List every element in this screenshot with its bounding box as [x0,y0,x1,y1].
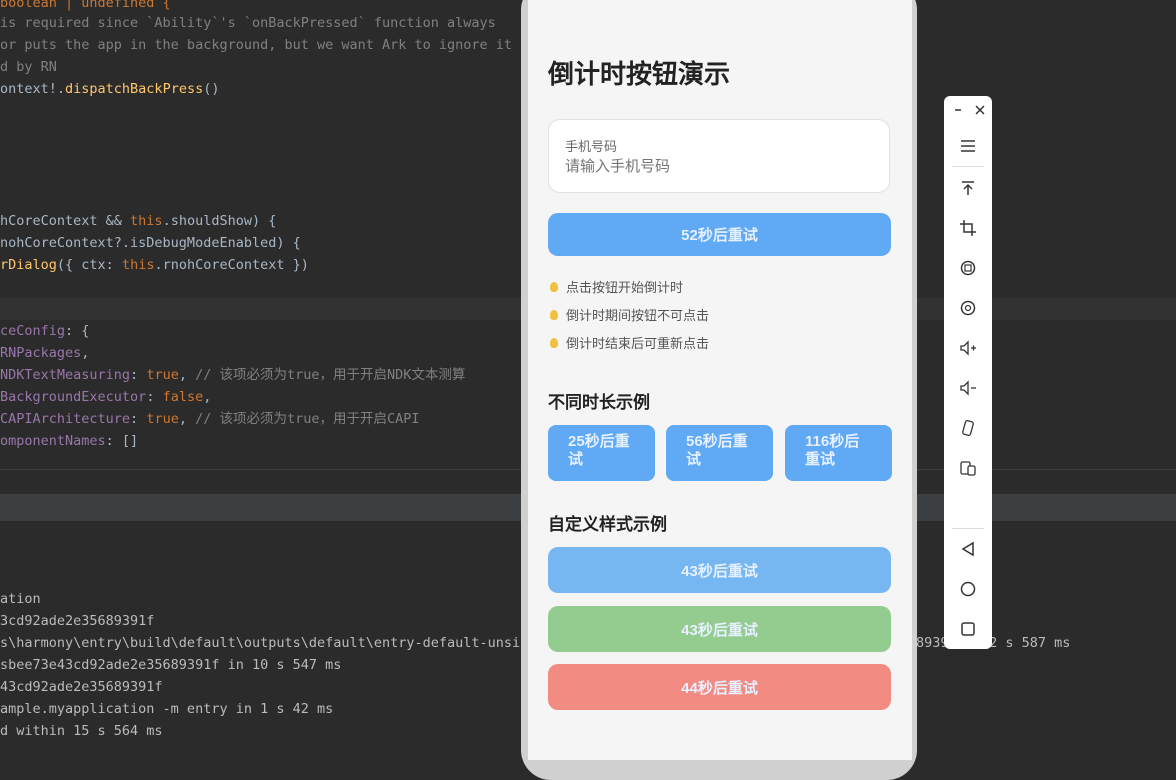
code-token: this [121,257,155,273]
console-line: s\harmony\entry\build\default\outputs\de… [0,635,537,651]
custom-button-green[interactable]: 43秒后重试 [548,606,891,652]
multi-screen-icon[interactable] [958,458,978,478]
console-line: 43cd92ade2e35689391f [0,679,163,695]
code-token: omponentNames [0,433,106,449]
bulb-icon [550,281,558,292]
code-token: nohCoreContext?.isDebugModeEnabled) { [0,235,301,251]
code-token: : [146,389,163,405]
tip-text: 倒计时期间按钮不可点击 [566,308,710,323]
menu-icon[interactable] [958,136,978,156]
code-token: NDKTextMeasuring [0,367,131,383]
code-token: , [81,345,90,361]
duration-button-25[interactable]: 25秒后重试 [548,425,655,481]
code-token: true [146,367,179,383]
code-line: BackgroundExecutor: false, [0,386,211,408]
phone-input[interactable] [565,158,865,175]
code-line: omponentNames: [] [0,430,138,452]
code-token: dispatchBackPress [65,81,204,97]
code-token: () [203,81,220,97]
crop-icon[interactable] [958,218,978,238]
code-line: ceConfig: { [0,320,89,342]
code-line: CAPIArchitecture: true, // 该项必须为true，用于开… [0,408,420,430]
pin-top-icon[interactable] [958,178,978,198]
console-line-right: 8939 in 2 s 587 ms [916,635,1071,651]
code-token: : [130,367,147,383]
duration-button-56[interactable]: 56秒后重试 [666,425,773,481]
code-token: // 该项必须为true，用于开启CAPI [195,411,420,427]
console-line: 3cd92ade2e35689391f [0,613,155,629]
code-token: .rnohCoreContext }) [154,257,309,273]
volume-up-icon[interactable] [958,338,978,358]
minimize-icon[interactable] [948,100,968,120]
section-custom-title: 自定义样式示例 [548,515,667,534]
tip-text: 点击按钮开始倒计时 [566,280,684,295]
code-line: NDKTextMeasuring: true, // 该项必须为true，用于开… [0,364,465,386]
rotate-right-icon[interactable] [958,298,978,318]
code-token: ceConfig [0,323,66,339]
back-icon[interactable] [958,539,978,559]
console-line: sbee73e43cd92ade2e35689391f in 10 s 547 … [0,657,342,673]
custom-button-red[interactable]: 44秒后重试 [548,664,891,710]
page-title: 倒计时按钮演示 [548,59,731,89]
close-icon[interactable] [970,100,990,120]
code-line: or puts the app in the background, but w… [0,34,528,56]
countdown-button[interactable]: 52秒后重试 [548,213,891,256]
bulb-icon [550,337,558,348]
code-token: : [130,411,147,427]
tip-item: 倒计时结束后可重新点击 [550,333,709,352]
code-token: d by RN [0,59,57,75]
duration-button-116[interactable]: 116秒后重试 [785,425,892,481]
console-line: ation [0,591,41,607]
code-line: nohCoreContext?.isDebugModeEnabled) { [0,232,301,254]
toolbar-divider [952,166,984,167]
bulb-icon [550,309,558,320]
tip-item: 倒计时期间按钮不可点击 [550,305,709,324]
console-line: d within 15 s 564 ms [0,723,163,739]
recents-icon[interactable] [958,619,978,639]
custom-button-blue[interactable]: 43秒后重试 [548,547,891,593]
emulator-toolbar [944,96,992,649]
code-token: .shouldShow) { [162,213,277,229]
code-token: this [130,213,163,229]
rotate-left-icon[interactable] [958,258,978,278]
code-token: true [146,411,179,427]
code-token: , [178,411,196,427]
code-token: or puts the app in the background, but w… [0,37,529,53]
console-line: ample.myapplication -m entry in 1 s 42 m… [0,701,334,717]
code-line: ontext!.dispatchBackPress() [0,78,219,100]
section-durations-title: 不同时长示例 [548,393,650,412]
code-token: false [162,389,204,405]
code-token: BackgroundExecutor [0,389,147,405]
code-line: is required since `Ability`'s `onBackPre… [0,12,496,34]
code-token: RNPackages [0,345,82,361]
volume-down-icon[interactable] [958,378,978,398]
code-line: hCoreContext && this.shouldShow) { [0,210,276,232]
code-token: rDialog [0,257,57,273]
phone-label: 手机号码 [565,139,618,154]
tip-item: 点击按钮开始倒计时 [550,277,683,296]
code-token: : [] [105,433,139,449]
code-line: d by RN [0,56,57,78]
code-token: , [203,389,212,405]
code-token: is required since `Ability`'s `onBackPre… [0,15,496,31]
code-line: rDialog({ ctx: this.rnohCoreContext }) [0,254,309,276]
code-token: : { [65,323,90,339]
code-line: RNPackages, [0,342,89,364]
code-token: boolean | undefined { [0,0,171,11]
phone-card: 手机号码 [548,119,890,193]
code-token: // 该项必须为true，用于开启NDK文本测算 [195,367,466,383]
code-token: hCoreContext && [0,213,131,229]
phone-screen: 倒计时按钮演示 手机号码 52秒后重试 点击按钮开始倒计时 倒计时期间按钮不可点… [528,0,912,760]
toolbar-divider [952,528,984,529]
tip-text: 倒计时结束后可重新点击 [566,336,710,351]
code-token: CAPIArchitecture [0,411,131,427]
code-token: ontext!. [0,81,66,97]
shake-icon[interactable] [958,418,978,438]
home-icon[interactable] [958,579,978,599]
code-token: ({ ctx: [56,257,122,273]
code-token: , [178,367,196,383]
